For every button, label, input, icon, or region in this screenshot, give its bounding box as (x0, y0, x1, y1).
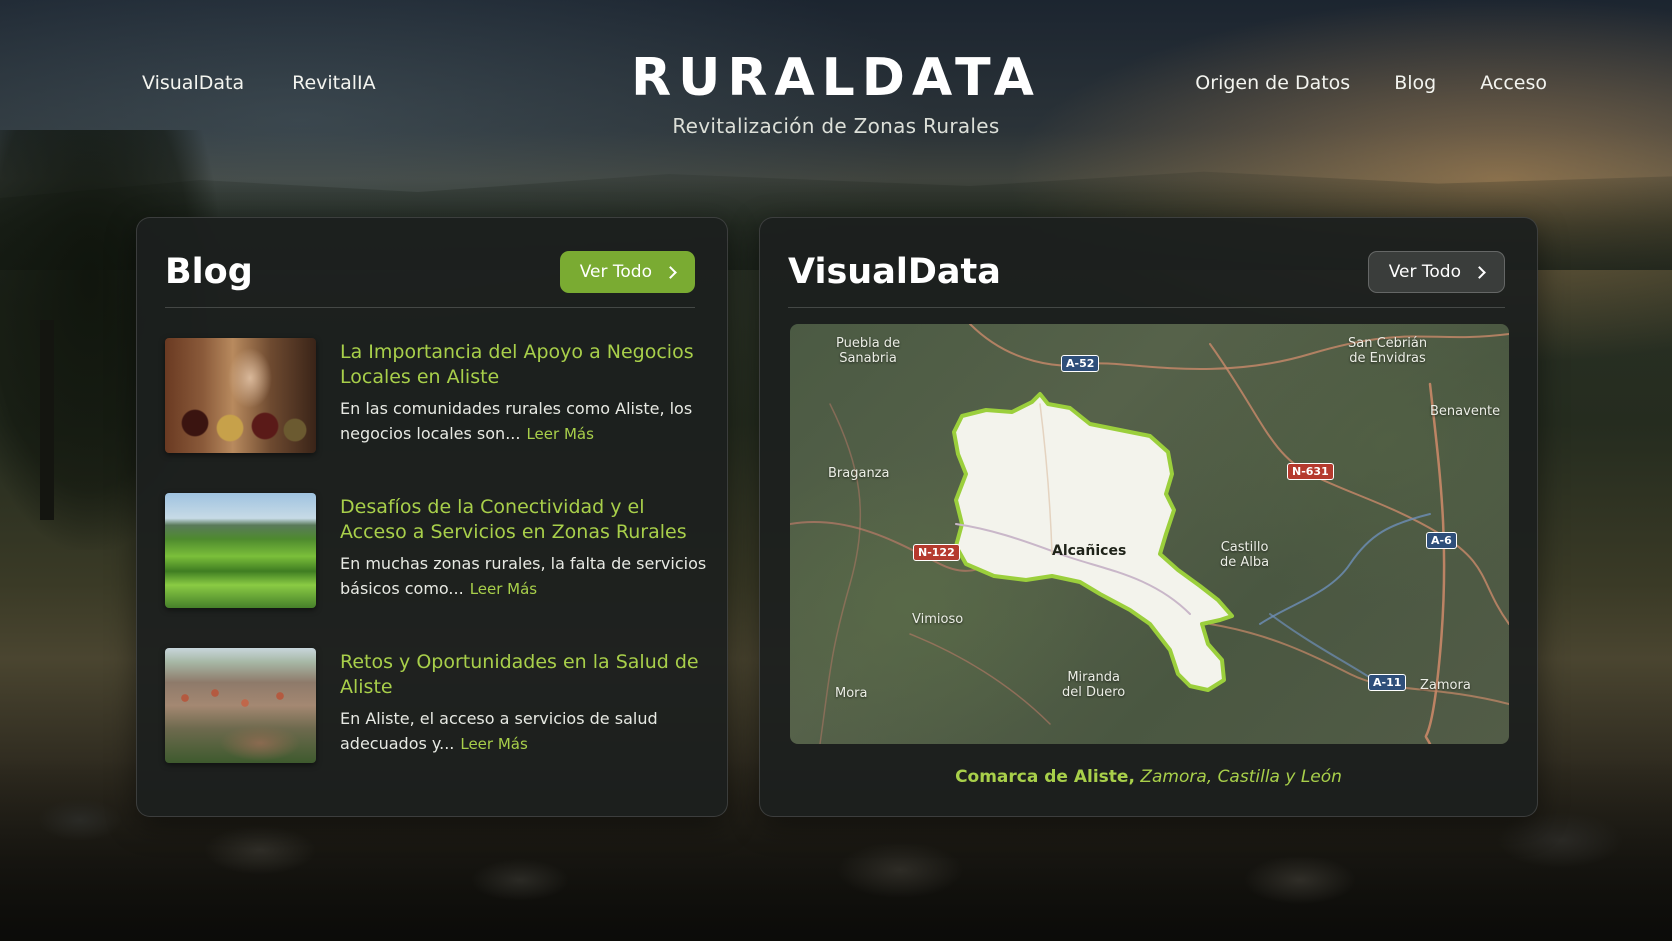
region-map[interactable]: Puebla de Sanabria San Cebrián de Envidr… (790, 324, 1509, 744)
blog-post-body: La Importancia del Apoyo a Negocios Loca… (340, 338, 707, 493)
map-label-miranda: Miranda del Duero (1062, 670, 1126, 700)
map-caption-location: Zamora, Castilla y León (1134, 767, 1342, 787)
map-caption: Comarca de Aliste, Zamora, Castilla y Le… (760, 767, 1537, 787)
blog-panel: Blog Ver Todo La Importancia del Apoyo a… (136, 217, 728, 817)
map-label-benavente: Benavente (1430, 404, 1501, 419)
blog-view-all-button[interactable]: Ver Todo (559, 251, 695, 293)
visualdata-panel-header: VisualData Ver Todo (788, 246, 1505, 298)
blog-post-title[interactable]: Retos y Oportunidades en la Salud de Ali… (340, 650, 707, 700)
blog-post-excerpt: En Aliste, el acceso a servicios de salu… (340, 706, 707, 757)
village-aerial-thumbnail[interactable] (165, 648, 316, 763)
site-subtitle: Revitalización de Zonas Rurales (672, 114, 1000, 138)
blog-post-title[interactable]: La Importancia del Apoyo a Negocios Loca… (340, 340, 707, 390)
visualdata-view-all-button[interactable]: Ver Todo (1367, 251, 1505, 293)
nav-link-acceso[interactable]: Acceso (1480, 72, 1547, 94)
blog-post-excerpt-text: En las comunidades rurales como Aliste, … (340, 399, 693, 443)
chevron-right-icon (1473, 265, 1486, 279)
blog-list: La Importancia del Apoyo a Negocios Loca… (165, 338, 707, 803)
map-caption-region: Comarca de Aliste, (955, 767, 1135, 787)
visualdata-view-all-label: Ver Todo (1388, 262, 1461, 282)
map-label-mora: Mora (835, 686, 868, 701)
nav-right: Origen de Datos Blog Acceso (1195, 72, 1547, 94)
blog-post-body: Desafíos de la Conectividad y el Acceso … (340, 493, 707, 648)
blog-post-body: Retos y Oportunidades en la Salud de Ali… (340, 648, 707, 803)
chevron-right-icon (664, 265, 677, 279)
road-shield-n122: N-122 (913, 544, 960, 561)
blog-panel-title: Blog (165, 252, 253, 292)
blog-post-excerpt: En las comunidades rurales como Aliste, … (340, 396, 707, 447)
blog-post: Retos y Oportunidades en la Salud de Ali… (165, 648, 707, 803)
blog-panel-header: Blog Ver Todo (165, 246, 695, 298)
map-label-puebla: Puebla de Sanabria (836, 336, 901, 366)
map-label-castillo: Castillo de Alba (1220, 540, 1270, 570)
road-shield-a11: A-11 (1368, 674, 1407, 691)
road-shield-a52: A-52 (1061, 355, 1100, 372)
blog-view-all-label: Ver Todo (579, 262, 652, 282)
read-more-link[interactable]: Leer Más (526, 425, 593, 443)
divider (788, 307, 1505, 308)
read-more-link[interactable]: Leer Más (460, 735, 527, 753)
map-label-zamora: Zamora (1420, 678, 1471, 693)
background-tree-trunk (40, 320, 54, 520)
read-more-link[interactable]: Leer Más (470, 580, 537, 598)
nav-link-blog[interactable]: Blog (1394, 72, 1436, 94)
blog-post: Desafíos de la Conectividad y el Acceso … (165, 493, 707, 648)
map-label-braganza: Braganza (828, 466, 890, 481)
road-shield-a6: A-6 (1426, 532, 1457, 549)
map-label-vimioso: Vimioso (912, 612, 964, 627)
visualdata-panel-title: VisualData (788, 252, 1001, 292)
green-fields-thumbnail[interactable] (165, 493, 316, 608)
local-shop-thumbnail[interactable] (165, 338, 316, 453)
blog-post-title[interactable]: Desafíos de la Conectividad y el Acceso … (340, 495, 707, 545)
blog-post-excerpt: En muchas zonas rurales, la falta de ser… (340, 551, 707, 602)
blog-post: La Importancia del Apoyo a Negocios Loca… (165, 338, 707, 493)
map-label-sancebrian: San Cebrián de Envidras (1348, 336, 1428, 366)
road-shield-n631: N-631 (1287, 463, 1334, 480)
aliste-region-shape[interactable] (952, 392, 1234, 692)
visualdata-panel: VisualData Ver Todo Puebla de Sanabria S… (759, 217, 1538, 817)
map-label-alcanices: Alcañices (1052, 543, 1127, 559)
nav-link-origen-datos[interactable]: Origen de Datos (1195, 72, 1350, 94)
divider (165, 307, 695, 308)
